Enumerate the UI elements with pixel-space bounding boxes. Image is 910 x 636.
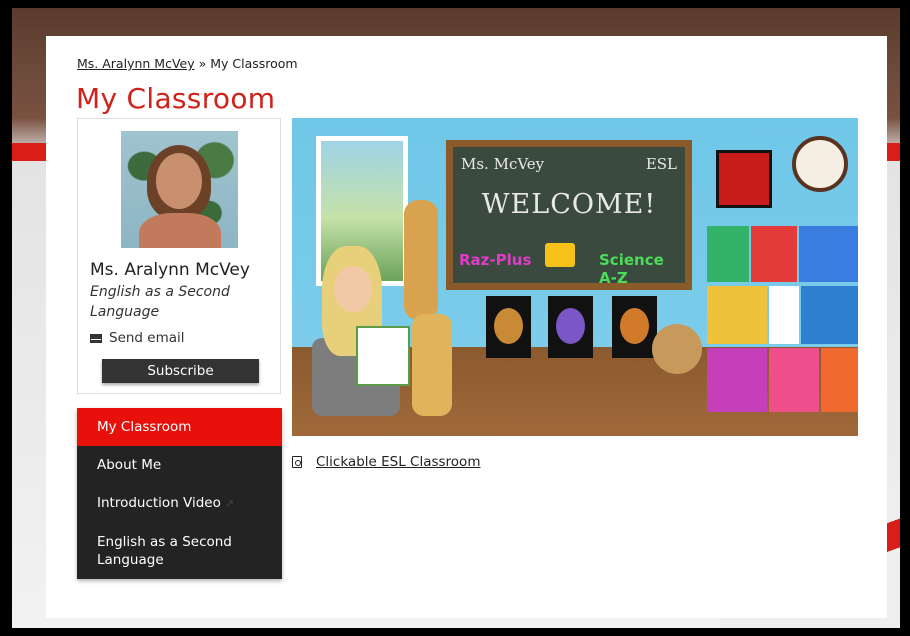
lion-poster [486, 296, 531, 358]
profile-photo [121, 131, 238, 248]
profile-name: Ms. Aralynn McVey [90, 260, 250, 280]
pdf-icon [292, 456, 302, 468]
nav-item-english-second-language[interactable]: English as a Second Language [77, 523, 282, 579]
cheetah-figure [412, 314, 452, 416]
breadcrumb-current: My Classroom [210, 56, 298, 71]
profile-card: Ms. Aralynn McVey English as a Second La… [77, 118, 281, 394]
breadcrumb: Ms. Aralynn McVey » My Classroom [77, 56, 298, 71]
side-navigation: My Classroom About Me Introduction Video… [77, 408, 282, 579]
nav-item-about-me[interactable]: About Me [77, 446, 282, 484]
breadcrumb-parent-link[interactable]: Ms. Aralynn McVey [77, 56, 195, 71]
profile-role: English as a Second Language [90, 284, 230, 320]
envelope-icon [90, 333, 102, 343]
raz-plus-link[interactable]: Raz-Plus [459, 251, 531, 269]
google-classroom-icon[interactable] [545, 243, 575, 267]
external-link-icon: ↗ [224, 497, 235, 510]
board-welcome: WELCOME! [481, 189, 657, 220]
send-email-link[interactable]: Send email [90, 330, 185, 346]
board-subject: ESL [645, 155, 677, 173]
attachment-link[interactable]: Clickable ESL Classroom [292, 454, 480, 470]
tiger-poster [612, 296, 657, 358]
breadcrumb-separator: » [194, 56, 211, 71]
subscribe-button[interactable]: Subscribe [102, 359, 259, 383]
board-teacher-name: Ms. McVey [461, 155, 545, 173]
chalkboard: Ms. McVey ESL WELCOME! Raz-Plus Science … [446, 140, 692, 290]
teacher-avatar-figure [312, 246, 410, 416]
zebra-poster [548, 296, 593, 358]
send-email-label: Send email [109, 330, 185, 346]
bookshelf [707, 226, 858, 412]
nav-item-label: Introduction Video [97, 495, 221, 511]
main-content: Ms. Aralynn McVey » My Classroom My Clas… [46, 36, 887, 618]
attachment-label: Clickable ESL Classroom [316, 454, 481, 470]
globe-icon [652, 324, 702, 374]
giraffe-figure [404, 200, 438, 320]
nav-item-introduction-video[interactable]: Introduction Video ↗ [77, 484, 282, 523]
nav-item-my-classroom[interactable]: My Classroom [77, 408, 282, 446]
science-a-z-link[interactable]: Science A-Z [599, 251, 685, 287]
clock-icon [792, 136, 848, 192]
school-logo[interactable] [716, 150, 772, 208]
page-title: My Classroom [76, 82, 276, 115]
classroom-banner-image[interactable]: Ms. McVey ESL WELCOME! Raz-Plus Science … [292, 118, 858, 436]
